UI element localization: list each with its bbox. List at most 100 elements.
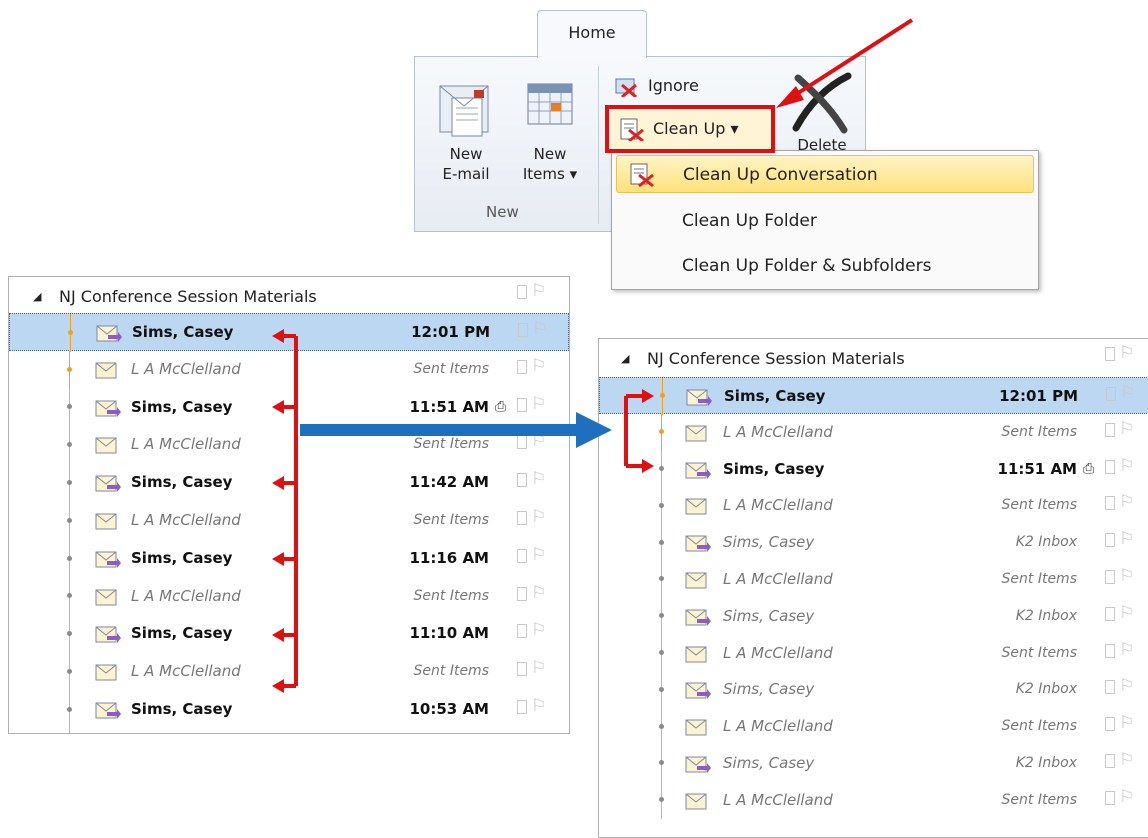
category-box-icon[interactable] [517, 511, 527, 525]
category-box-icon[interactable] [517, 700, 527, 714]
thread-dot [67, 442, 72, 447]
category-box-icon[interactable] [1105, 460, 1115, 474]
sender-name: L A McClelland [131, 426, 241, 463]
received-mail-icon [95, 623, 119, 641]
table-row[interactable]: L A McClellandSent Items⚐ [9, 578, 569, 616]
flag-icon[interactable]: ⚐ [531, 583, 546, 603]
table-row[interactable]: L A McClellandSent Items⚐ [9, 351, 569, 389]
table-row[interactable]: Sims, Casey11:10 AM⚐ [9, 615, 569, 653]
sent-mail-icon [685, 422, 709, 440]
table-row[interactable]: L A McClellandSent Items⚐ [599, 414, 1148, 451]
sender-name: L A McClelland [131, 578, 241, 615]
category-box-icon[interactable] [517, 435, 527, 449]
menu-item-clean-up-folder-subfolders[interactable]: Clean Up Folder & Subfolders [616, 247, 1034, 285]
category-box-icon[interactable] [1105, 607, 1115, 621]
folder-name: Sent Items [947, 414, 1077, 451]
table-row[interactable]: Sims, Casey11:16 AM⚐ [9, 540, 569, 578]
flag-icon[interactable]: ⚐ [531, 356, 546, 376]
thread-dot [659, 760, 664, 765]
category-box-icon[interactable] [1105, 680, 1115, 694]
table-row-selected[interactable]: Sims, Casey12:01 PM⚐ [9, 313, 569, 351]
category-box-icon[interactable] [517, 398, 527, 412]
table-row[interactable]: L A McClellandSent Items⚐ [599, 782, 1148, 819]
category-box-icon[interactable] [1105, 533, 1115, 547]
flag-icon[interactable]: ⚐ [531, 696, 546, 716]
category-box-icon[interactable] [1105, 423, 1115, 437]
table-row[interactable]: L A McClellandSent Items⚐ [599, 487, 1148, 524]
table-row[interactable]: Sims, Casey10:53 AM⚐ [9, 691, 569, 729]
flag-icon[interactable]: ⚐ [532, 319, 547, 339]
delete-button[interactable]: Delete [782, 70, 862, 160]
flag-icon[interactable]: ⚐ [1119, 640, 1134, 660]
table-row[interactable]: L A McClellandSent Items⚐ [599, 708, 1148, 745]
clean-up-button[interactable]: Clean Up ▾ [605, 105, 775, 153]
table-row[interactable]: Sims, Casey11:51 AM⎙⚐ [9, 389, 569, 427]
thread-dot [659, 650, 664, 655]
category-box-icon[interactable] [517, 549, 527, 563]
menu-item-clean-up-conversation[interactable]: Clean Up Conversation [616, 155, 1034, 193]
table-row-selected[interactable]: Sims, Casey12:01 PM⚐ [599, 377, 1148, 414]
menu-item-clean-up-folder[interactable]: Clean Up Folder [616, 202, 1034, 240]
conversation-title: NJ Conference Session Materials [59, 281, 317, 313]
category-box-icon[interactable] [517, 473, 527, 487]
table-row[interactable]: Sims, Casey11:51 AM⎙⚐ [599, 451, 1148, 488]
table-row[interactable]: Sims, Casey11:42 AM⚐ [9, 464, 569, 502]
received-time: 11:51 AM [359, 389, 489, 426]
flag-icon[interactable]: ⚐ [1119, 492, 1134, 512]
flag-icon[interactable]: ⚐ [1120, 383, 1135, 403]
flag-icon[interactable]: ⚐ [531, 394, 546, 414]
table-row[interactable]: L A McClellandSent Items⚐ [9, 653, 569, 691]
category-box-icon[interactable] [1105, 570, 1115, 584]
new-items-button[interactable]: New Items ▾ [512, 74, 588, 204]
category-box-icon[interactable] [1106, 387, 1116, 401]
thread-dot [659, 466, 664, 471]
flag-icon[interactable]: ⚐ [1119, 676, 1134, 696]
category-box-icon[interactable] [1105, 791, 1115, 805]
folder-name: Sent Items [947, 782, 1077, 819]
flag-icon[interactable]: ⚐ [1119, 456, 1134, 476]
flag-icon[interactable]: ⚐ [1119, 750, 1134, 770]
table-row[interactable]: Sims, CaseyK2 Inbox⚐ [599, 598, 1148, 635]
category-box-icon[interactable] [1105, 496, 1115, 510]
table-row[interactable]: Sims, CaseyK2 Inbox⚐ [599, 745, 1148, 782]
flag-icon[interactable]: ⚐ [1119, 529, 1134, 549]
flag-icon[interactable]: ⚐ [531, 469, 546, 489]
flag-icon[interactable]: ⚐ [531, 658, 546, 678]
received-time: 12:01 PM [948, 378, 1078, 415]
table-row[interactable]: L A McClellandSent Items⚐ [9, 729, 569, 734]
table-row[interactable]: L A McClellandSent Items⚐ [599, 561, 1148, 598]
received-time: 11:10 AM [359, 615, 489, 652]
flag-icon[interactable]: ⚐ [1119, 787, 1134, 807]
thread-dot [67, 480, 72, 485]
category-box-icon[interactable] [517, 662, 527, 676]
flag-icon[interactable]: ⚐ [1119, 603, 1134, 623]
flag-icon[interactable]: ⚐ [1119, 713, 1134, 733]
new-email-button[interactable]: New E-mail [424, 74, 508, 204]
sent-mail-icon [685, 569, 709, 587]
received-mail-icon [96, 322, 120, 340]
category-box-icon[interactable] [1105, 754, 1115, 768]
flag-icon[interactable]: ⚐ [1119, 566, 1134, 586]
table-row[interactable]: Sims, CaseyK2 Inbox⚐ [599, 524, 1148, 561]
flag-icon[interactable]: ⚐ [1119, 419, 1134, 439]
received-mail-icon [685, 532, 709, 550]
ignore-button[interactable]: Ignore [614, 72, 734, 100]
flag-icon[interactable]: ⚐ [531, 507, 546, 527]
collapse-triangle-icon[interactable]: ◢ [621, 343, 629, 375]
collapse-triangle-icon[interactable]: ◢ [33, 281, 41, 313]
category-box-icon[interactable] [1105, 717, 1115, 731]
tab-home[interactable]: Home [537, 10, 647, 58]
flag-icon[interactable]: ⚐ [531, 620, 546, 640]
table-row[interactable]: L A McClellandSent Items⚐ [9, 426, 569, 464]
flag-icon[interactable]: ⚐ [531, 431, 546, 451]
category-box-icon[interactable] [518, 323, 528, 337]
table-row[interactable]: L A McClellandSent Items⚐ [9, 502, 569, 540]
table-row[interactable]: L A McClellandSent Items⚐ [599, 635, 1148, 672]
table-row[interactable]: Sims, CaseyK2 Inbox⚐ [599, 671, 1148, 708]
flag-icon[interactable]: ⚐ [531, 545, 546, 565]
category-box-icon[interactable] [517, 587, 527, 601]
category-box-icon[interactable] [517, 360, 527, 374]
sender-name: Sims, Casey [723, 451, 824, 488]
category-box-icon[interactable] [517, 624, 527, 638]
category-box-icon[interactable] [1105, 644, 1115, 658]
